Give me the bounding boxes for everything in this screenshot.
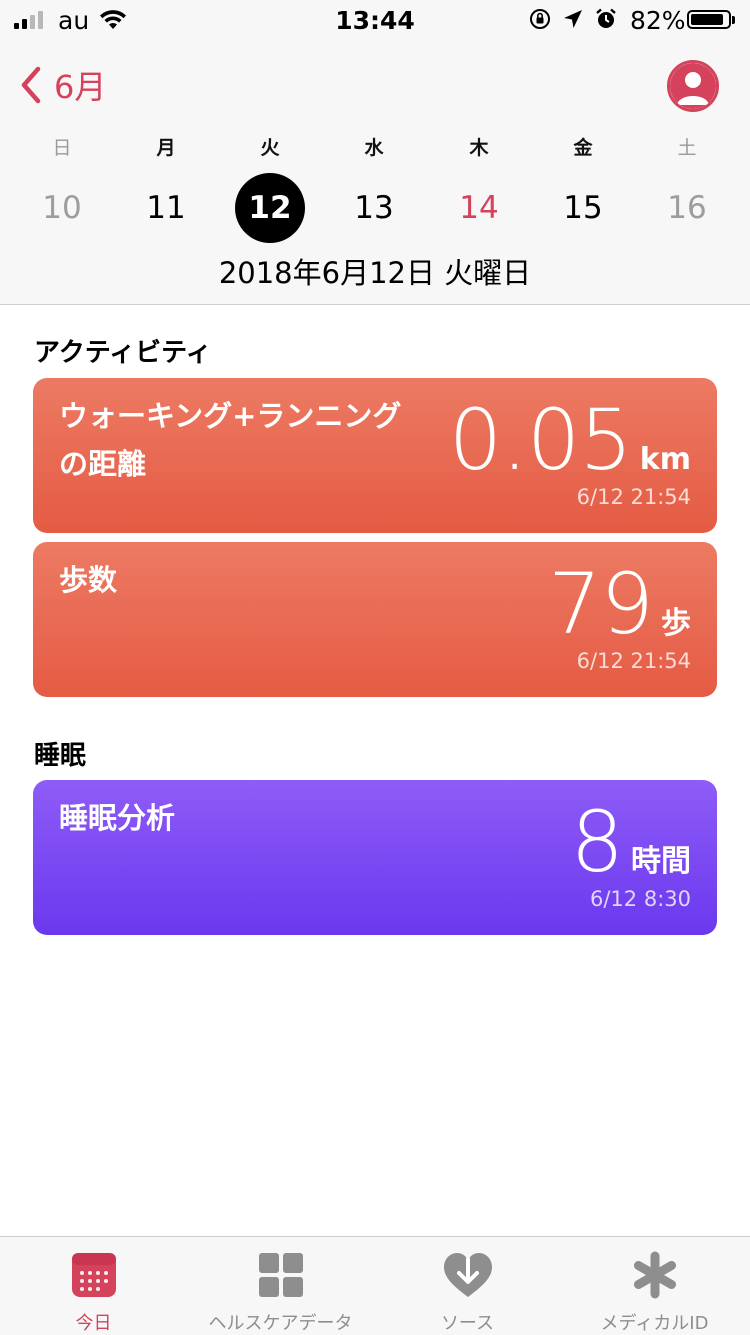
steps-timestamp: 6/12 21:54 <box>576 649 691 673</box>
distance-timestamp: 6/12 21:54 <box>576 485 691 509</box>
selected-date-title: 2018年6月12日 火曜日 <box>218 256 532 290</box>
week-day-picker: 10 11 12 13 14 15 16 <box>0 173 750 243</box>
distance-unit: km <box>639 442 691 477</box>
distance-label-line1: ウォーキング+ランニング <box>59 399 402 433</box>
sleep-section-title: 睡眠 <box>34 741 87 771</box>
battery-icon <box>687 10 735 29</box>
orientation-lock-icon <box>530 9 550 29</box>
day-15[interactable]: 15 <box>531 178 635 238</box>
grid-icon <box>258 1253 303 1297</box>
weekday-label: 金 <box>573 137 593 159</box>
chevron-left-icon <box>21 66 41 104</box>
day-16[interactable]: 16 <box>635 178 739 238</box>
weekday-label: 日 <box>52 137 72 159</box>
distance-label-line2: の距離 <box>59 447 147 481</box>
sleep-value: 8 時間 <box>571 800 691 884</box>
day-12-selected[interactable]: 12 <box>218 173 322 243</box>
day-13[interactable]: 13 <box>322 178 426 238</box>
status-icons <box>528 7 618 31</box>
weekday-label: 水 <box>364 137 384 159</box>
distance-card-label: ウォーキング+ランニング の距離 <box>59 392 401 488</box>
alarm-icon <box>596 8 616 28</box>
weekday-label: 土 <box>677 137 697 159</box>
heart-download-icon <box>443 1253 492 1297</box>
asterisk-icon <box>633 1251 676 1299</box>
calendar-today-icon <box>71 1253 116 1297</box>
tab-medical-id[interactable]: メディカルID <box>561 1237 748 1335</box>
sleep-card-label: 睡眠分析 <box>59 801 176 835</box>
steps-unit: 歩 <box>661 606 691 641</box>
day-14-today[interactable]: 14 <box>427 178 531 238</box>
distance-value: 0.05 km <box>449 398 691 482</box>
distance-number: 0.05 <box>448 391 633 489</box>
steps-card[interactable]: 歩数 79 歩 6/12 21:54 <box>33 542 717 697</box>
day-10[interactable]: 10 <box>10 178 114 238</box>
back-month-button[interactable]: 6月 <box>14 62 106 108</box>
battery-percent: 82% <box>630 6 686 35</box>
tab-sources[interactable]: ソース <box>374 1237 561 1335</box>
tab-medical-id-label: メディカルID <box>600 1313 709 1334</box>
tab-health-data[interactable]: ヘルスケアデータ <box>187 1237 374 1335</box>
header: au 13:44 82% 6月 日 月 火 水 木 金 土 10 11 12 1… <box>0 0 750 305</box>
location-arrow-icon <box>564 10 582 28</box>
activity-section-title: アクティビティ <box>34 338 212 368</box>
profile-button[interactable] <box>667 60 719 112</box>
weekday-label: 月 <box>156 137 176 159</box>
day-11[interactable]: 11 <box>114 178 218 238</box>
tab-today[interactable]: 今日 <box>0 1237 187 1335</box>
tab-health-data-label: ヘルスケアデータ <box>208 1313 353 1334</box>
tab-sources-label: ソース <box>440 1313 495 1334</box>
back-month-label: 6月 <box>54 68 107 106</box>
weekday-label: 火 <box>260 137 280 159</box>
sleep-unit: 時間 <box>631 844 691 879</box>
tab-today-label: 今日 <box>75 1313 112 1334</box>
steps-value: 79 歩 <box>548 562 691 646</box>
tab-bar: 今日 ヘルスケアデータ ソース メディカルID <box>0 1236 750 1335</box>
weekday-row: 日 月 火 水 木 金 土 <box>0 133 750 159</box>
status-bar: au 13:44 82% <box>0 0 750 40</box>
sleep-analysis-card[interactable]: 睡眠分析 8 時間 6/12 8:30 <box>33 780 717 935</box>
sleep-number: 8 <box>570 793 624 891</box>
steps-number: 79 <box>548 555 654 653</box>
weekday-label: 木 <box>469 137 489 159</box>
sleep-timestamp: 6/12 8:30 <box>590 887 691 911</box>
selected-day-circle: 12 <box>235 173 305 243</box>
profile-icon <box>670 63 716 109</box>
steps-card-label: 歩数 <box>59 563 118 597</box>
distance-card[interactable]: ウォーキング+ランニング の距離 0.05 km 6/12 21:54 <box>33 378 717 533</box>
